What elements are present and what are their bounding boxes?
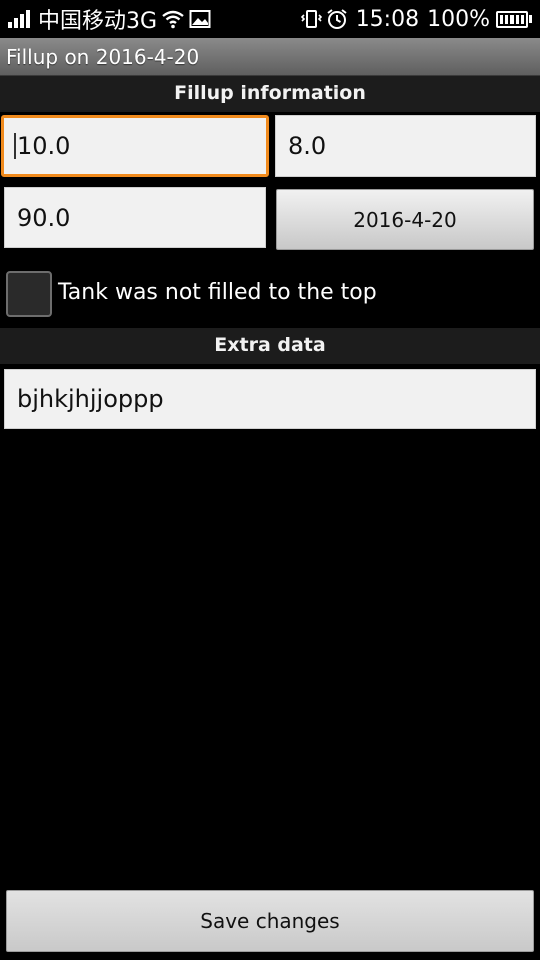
status-bar-left: 中国移动3G [8, 6, 211, 34]
wifi-icon [161, 9, 185, 29]
tank-not-full-checkbox[interactable] [6, 271, 52, 317]
fillup-field-1-value: 10.0 [17, 132, 71, 160]
battery-percent: 100% [427, 6, 490, 32]
page-title: Fillup on 2016-4-20 [6, 45, 200, 69]
text-cursor [14, 133, 16, 159]
image-notification-icon [189, 9, 211, 29]
status-bar: 中国移动3G 15:08 100% [0, 0, 540, 38]
extra-section-title: Extra data [214, 334, 326, 356]
fillup-section-title: Fillup information [174, 82, 366, 104]
status-bar-right: 15:08 100% [296, 6, 532, 32]
alarm-clock-icon [326, 8, 348, 30]
date-button[interactable]: 2016-4-20 [276, 189, 534, 250]
fillup-field-3-value: 90.0 [17, 203, 71, 232]
fillup-field-1[interactable]: 10.0 [1, 115, 269, 177]
extra-data-value: bjhkjhjjoppp [17, 385, 164, 413]
save-button-label: Save changes [200, 909, 340, 933]
fillup-field-2-value: 8.0 [288, 132, 327, 160]
save-button[interactable]: Save changes [6, 890, 534, 952]
vibrate-icon [300, 8, 322, 30]
screen: 中国移动3G 15:08 100% Fillup on 2016-4-20 Fi… [0, 0, 540, 960]
battery-full-icon [496, 10, 532, 28]
date-button-label: 2016-4-20 [353, 207, 457, 232]
fillup-field-3[interactable]: 90.0 [4, 187, 266, 248]
extra-section-header: Extra data [0, 328, 540, 364]
extra-data-field[interactable]: bjhkjhjjoppp [4, 369, 536, 429]
tank-not-full-label[interactable]: Tank was not filled to the top [58, 280, 377, 305]
carrier-label: 中国移动3G [38, 9, 158, 34]
fillup-field-2[interactable]: 8.0 [275, 115, 536, 177]
title-bar: Fillup on 2016-4-20 [0, 38, 540, 76]
clock-time: 15:08 [355, 6, 420, 32]
fillup-section-header: Fillup information [0, 76, 540, 112]
signal-bars-icon [8, 10, 32, 28]
